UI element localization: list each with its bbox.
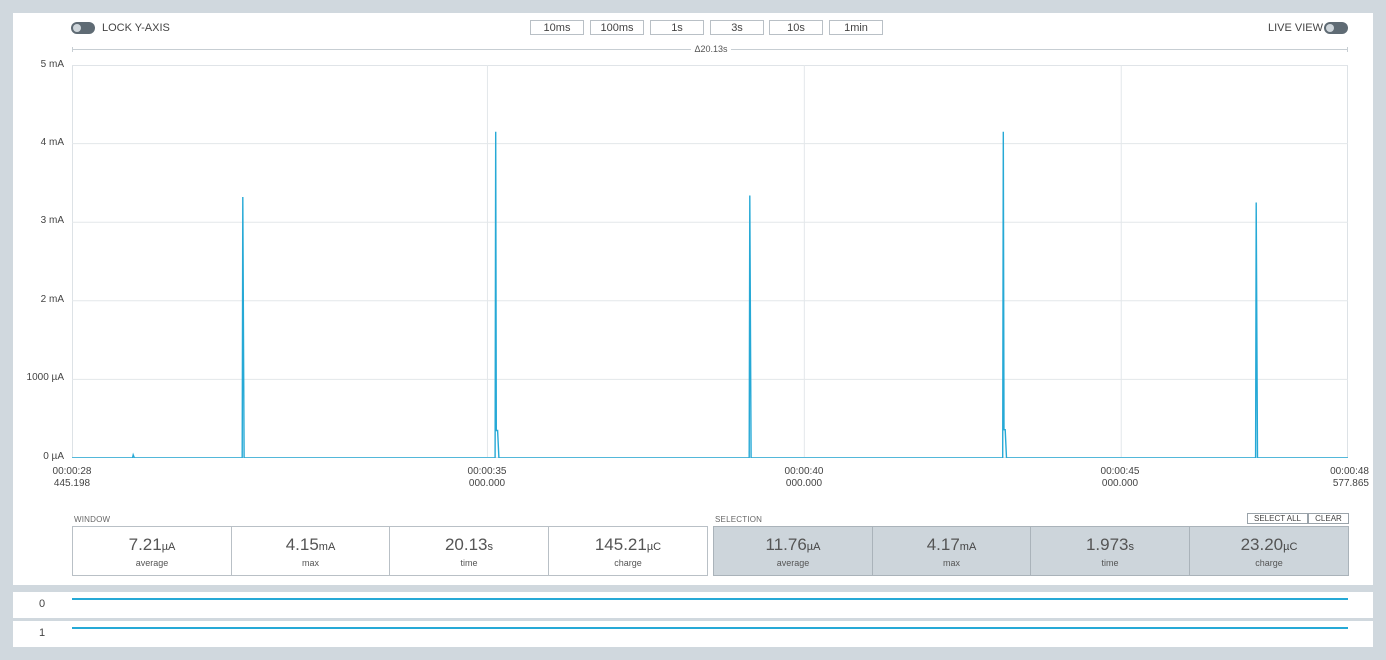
window-duration-label: Δ20.13s xyxy=(691,44,731,54)
x-tick-ms: 445.198 xyxy=(53,478,91,489)
selection-stats-title: SELECTION xyxy=(715,515,763,524)
zoom-100ms-button[interactable]: 100ms xyxy=(590,20,644,35)
window-stats-title: WINDOW xyxy=(74,515,111,524)
stat-value: 4.17 xyxy=(926,534,960,554)
main-panel: LOCK Y-AXIS 10ms 100ms 1s 3s 10s 1min LI… xyxy=(13,13,1373,585)
select-all-button[interactable]: SELECT ALL xyxy=(1247,513,1308,524)
stat-unit: s xyxy=(487,540,494,553)
window-average-stat: 7.21µA average xyxy=(72,526,232,576)
digital-channel-row: 0 xyxy=(13,592,1373,618)
stat-value: 20.13 xyxy=(444,534,488,554)
x-tick-label: 00:00:40 000.000 xyxy=(769,466,839,490)
stat-label: average xyxy=(135,557,169,568)
x-tick-time: 00:00:40 xyxy=(784,466,824,477)
window-charge-stat: 145.21µC charge xyxy=(548,526,708,576)
clear-button[interactable]: CLEAR xyxy=(1308,513,1349,524)
stat-unit: µA xyxy=(161,540,176,553)
x-tick-time: 00:00:48 xyxy=(1330,466,1369,477)
stat-value: 7.21 xyxy=(128,534,162,554)
stat-label: time xyxy=(460,557,478,568)
x-tick-ms: 577.865 xyxy=(1332,478,1369,489)
selection-average-stat: 11.76µA average xyxy=(713,526,873,576)
x-tick-ms: 000.000 xyxy=(785,478,823,489)
stat-label: max xyxy=(942,557,960,568)
stat-label: average xyxy=(776,557,810,568)
stat-value: 11.76 xyxy=(765,534,807,554)
zoom-3s-button[interactable]: 3s xyxy=(710,20,764,35)
zoom-1min-button[interactable]: 1min xyxy=(829,20,883,35)
y-tick-label: 1000 µA xyxy=(26,372,64,383)
x-tick-label: 00:00:45 000.000 xyxy=(1085,466,1155,490)
live-view-toggle[interactable] xyxy=(1324,22,1348,34)
x-tick-ms: 000.000 xyxy=(468,478,506,489)
x-tick-label: 00:00:48 577.865 xyxy=(1309,466,1369,490)
x-tick-time: 00:00:35 xyxy=(467,466,507,477)
current-chart[interactable] xyxy=(72,65,1348,458)
stat-unit: µA xyxy=(806,540,821,553)
stat-value: 145.21 xyxy=(594,534,647,554)
y-tick-label: 5 mA xyxy=(40,59,64,70)
window-time-stat: 20.13s time xyxy=(389,526,549,576)
ruler-left-tick xyxy=(72,47,73,52)
x-tick-label: 00:00:35 000.000 xyxy=(452,466,522,490)
selection-max-stat: 4.17mA max xyxy=(872,526,1031,576)
selection-charge-stat: 23.20µC charge xyxy=(1189,526,1349,576)
zoom-1s-button[interactable]: 1s xyxy=(650,20,704,35)
lock-y-axis-toggle[interactable] xyxy=(71,22,95,34)
digital-channel-trace xyxy=(72,598,1348,600)
stat-unit: mA xyxy=(959,540,977,553)
digital-channel-label: 0 xyxy=(39,598,46,610)
digital-channel-trace xyxy=(72,627,1348,629)
y-tick-label: 4 mA xyxy=(40,137,64,148)
stat-value: 4.15 xyxy=(285,534,319,554)
stat-value: 23.20 xyxy=(1240,534,1284,554)
digital-channel-label: 1 xyxy=(39,627,46,639)
y-tick-label: 0 µA xyxy=(43,451,64,462)
window-max-stat: 4.15mA max xyxy=(231,526,390,576)
zoom-10s-button[interactable]: 10s xyxy=(769,20,823,35)
x-tick-ms: 000.000 xyxy=(1101,478,1139,489)
stat-value: 1.973 xyxy=(1085,534,1129,554)
stat-unit: µC xyxy=(1283,540,1298,553)
x-tick-time: 00:00:45 xyxy=(1100,466,1140,477)
stat-unit: mA xyxy=(318,540,336,553)
stat-label: charge xyxy=(1255,557,1283,568)
stat-label: max xyxy=(301,557,319,568)
stat-unit: µC xyxy=(646,540,662,553)
lock-y-axis-label: LOCK Y-AXIS xyxy=(102,22,170,34)
y-tick-label: 3 mA xyxy=(40,215,64,226)
y-tick-label: 2 mA xyxy=(40,294,64,305)
stat-label: charge xyxy=(614,557,642,568)
stat-unit: s xyxy=(1128,540,1135,553)
x-tick-label: 00:00:28 445.198 xyxy=(37,466,107,490)
digital-channel-row: 1 xyxy=(13,620,1373,647)
selection-time-stat: 1.973s time xyxy=(1030,526,1190,576)
zoom-10ms-button[interactable]: 10ms xyxy=(530,20,584,35)
stat-label: time xyxy=(1101,557,1119,568)
ruler-right-tick xyxy=(1347,47,1348,52)
x-tick-time: 00:00:28 xyxy=(52,466,92,477)
live-view-label: LIVE VIEW xyxy=(1268,22,1324,34)
